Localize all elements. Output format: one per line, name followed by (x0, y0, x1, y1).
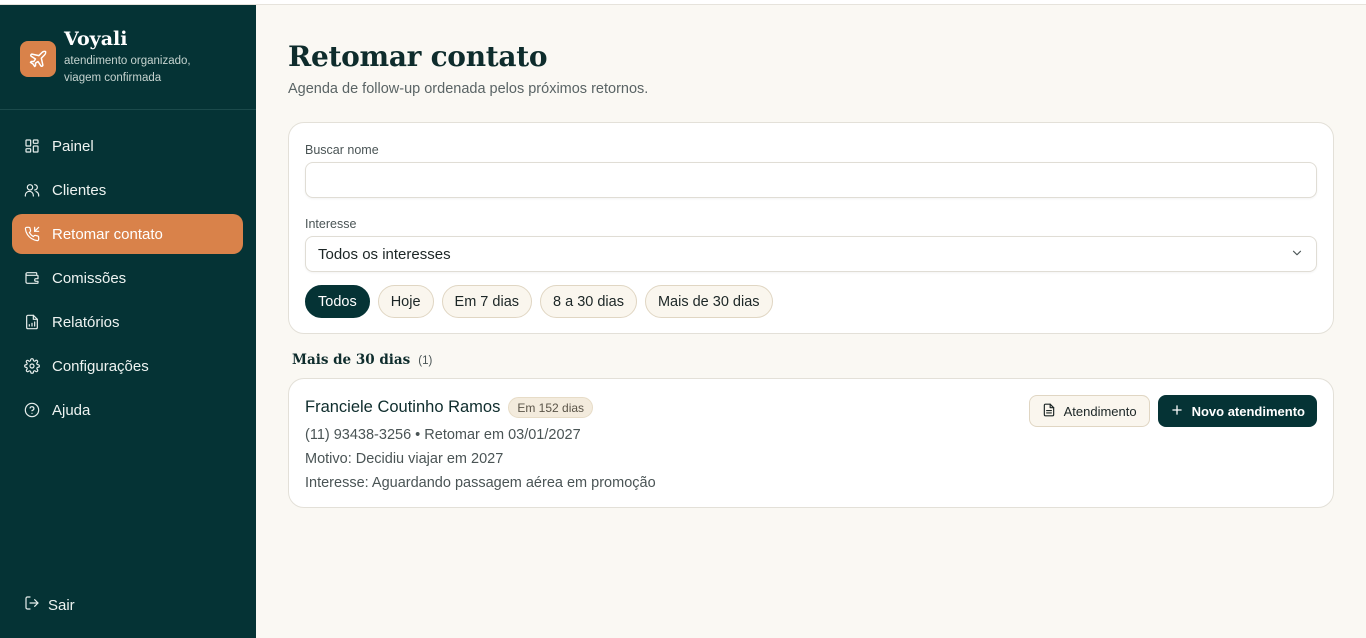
chip-hoje[interactable]: Hoje (377, 285, 434, 318)
main-content: Retomar contato Agenda de follow-up orde… (288, 5, 1334, 508)
client-name: Franciele Coutinho Ramos (305, 398, 501, 416)
dashboard-icon (24, 138, 40, 154)
filters-panel: Buscar nome Interesse Todos os interesse… (288, 122, 1334, 334)
interest-label: Interesse (305, 217, 357, 231)
brand: Voyali atendimento organizado, viagem co… (0, 5, 256, 110)
sidebar-item-label: Retomar contato (52, 225, 163, 243)
plus-icon (1170, 402, 1184, 421)
document-icon (1042, 402, 1056, 421)
top-border (0, 0, 1366, 5)
sidebar-item-label: Configurações (52, 357, 149, 375)
sidebar-item-configuracoes[interactable]: Configurações (12, 346, 243, 386)
client-contact-line: (11) 93438-3256 • Retomar em 03/01/2027 (305, 427, 581, 443)
section-header: Mais de 30 dias (1) (292, 352, 1334, 368)
sidebar-item-label: Comissões (52, 269, 127, 287)
wallet-icon (24, 270, 40, 286)
interest-select[interactable]: Todos os interesses (305, 236, 1317, 272)
brand-tagline: atendimento organizado, viagem confirmad… (64, 55, 191, 84)
novo-atendimento-button[interactable]: Novo atendimento (1157, 395, 1317, 427)
section-title: Mais de 30 dias (292, 352, 411, 368)
chip-8-a-30-dias[interactable]: 8 a 30 dias (540, 285, 637, 318)
logout-label: Sair (48, 596, 75, 614)
chip-em-7-dias[interactable]: Em 7 dias (441, 285, 533, 318)
sidebar-item-relatorios[interactable]: Relatórios (12, 302, 243, 342)
section-count: (1) (418, 355, 433, 367)
phone-callback-icon (24, 226, 40, 242)
page-subtitle: Agenda de follow-up ordenada pelos próxi… (288, 81, 649, 97)
search-input[interactable] (305, 162, 1317, 198)
sidebar-item-ajuda[interactable]: Ajuda (12, 390, 243, 430)
logout-button[interactable]: Sair (24, 595, 75, 615)
sidebar-item-painel[interactable]: Painel (12, 126, 243, 166)
atendimento-button-label: Atendimento (1063, 403, 1137, 419)
airplane-logo-icon (20, 41, 56, 77)
interest-select-value: Todos os interesses (318, 245, 451, 263)
brand-name: Voyali (64, 28, 128, 50)
chip-todos[interactable]: Todos (305, 285, 370, 318)
users-icon (24, 182, 40, 198)
sidebar-item-label: Clientes (52, 181, 107, 199)
sidebar-item-label: Painel (52, 137, 94, 155)
period-chips: Todos Hoje Em 7 dias 8 a 30 dias Mais de… (305, 285, 1317, 318)
novo-atendimento-button-label: Novo atendimento (1191, 403, 1305, 419)
client-reason-line: Motivo: Decidiu viajar em 2027 (305, 451, 504, 467)
chip-mais-de-30-dias[interactable]: Mais de 30 dias (644, 285, 773, 318)
atendimento-button[interactable]: Atendimento (1028, 395, 1150, 427)
followup-card: Franciele Coutinho Ramos Em 152 dias (11… (288, 378, 1334, 508)
sidebar-item-comissoes[interactable]: Comissões (12, 258, 243, 298)
sidebar-item-clientes[interactable]: Clientes (12, 170, 243, 210)
chevron-down-icon (1290, 245, 1304, 264)
client-interest-line: Interesse: Aguardando passagem aérea em … (305, 475, 656, 491)
gear-icon (24, 358, 40, 374)
sidebar-item-label: Ajuda (52, 401, 91, 419)
days-badge: Em 152 dias (508, 397, 594, 418)
page-title: Retomar contato (288, 40, 548, 73)
report-icon (24, 314, 40, 330)
sidebar-item-retomar-contato[interactable]: Retomar contato (12, 214, 243, 254)
sidebar-item-label: Relatórios (52, 313, 120, 331)
sidebar-nav: Painel Clientes Retomar contato Comissõe… (0, 110, 256, 430)
help-icon (24, 402, 40, 418)
sidebar: Voyali atendimento organizado, viagem co… (0, 5, 256, 638)
logout-icon (24, 595, 40, 615)
search-label: Buscar nome (305, 143, 379, 157)
